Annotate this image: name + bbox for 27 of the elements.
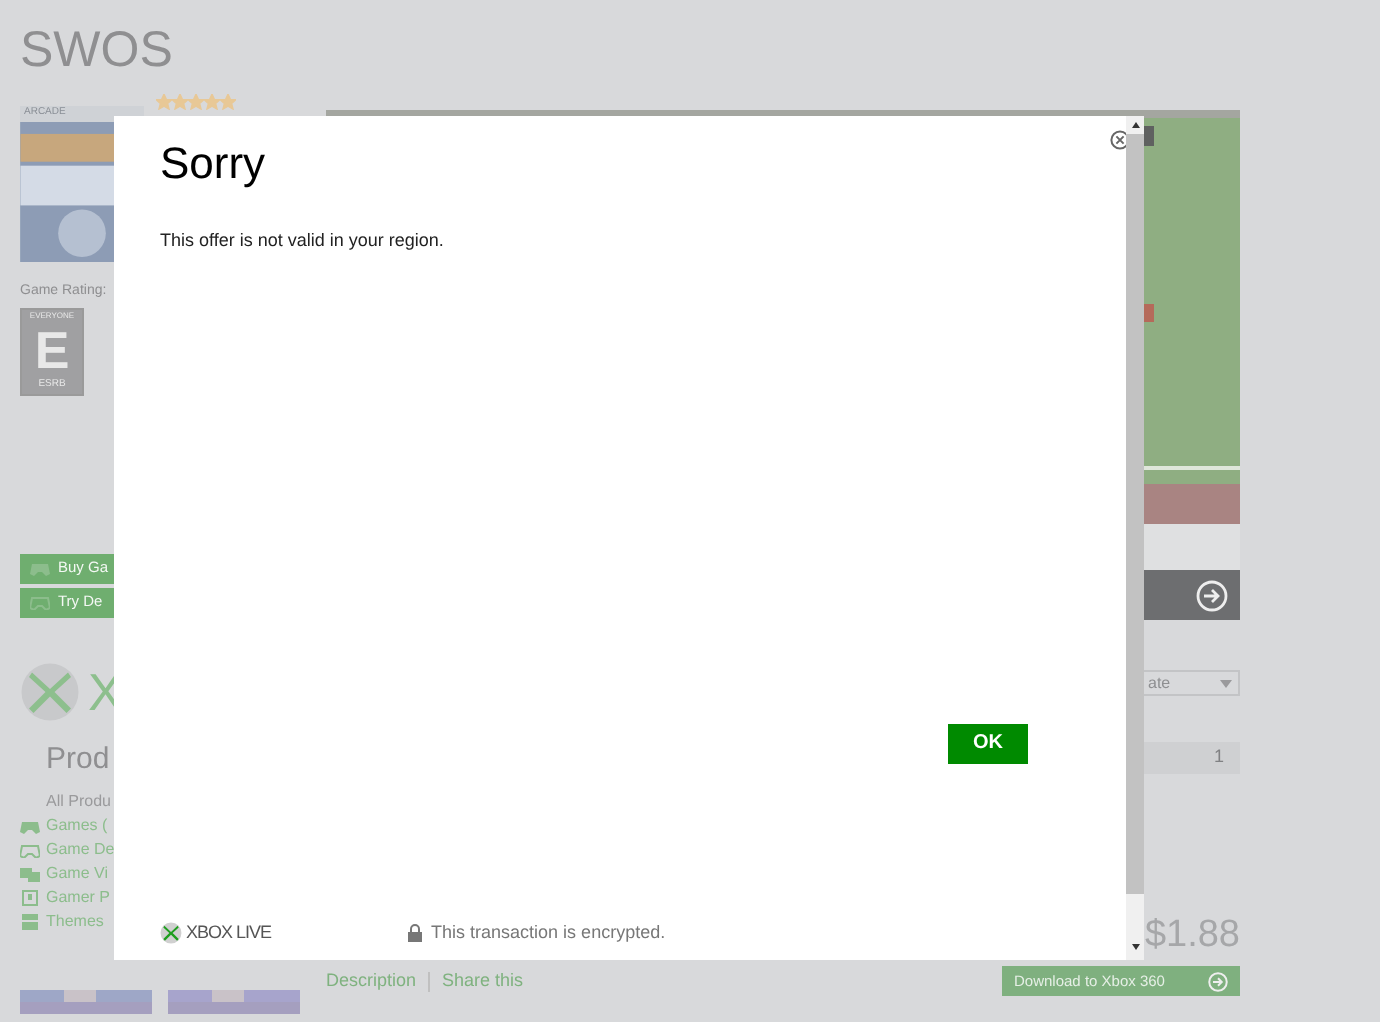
xbox-logo-icon <box>20 661 80 721</box>
secure-note: This transaction is encrypted. <box>431 919 666 946</box>
scroll-down-icon[interactable] <box>1131 944 1139 950</box>
xbox-logo-icon <box>160 921 182 944</box>
category-link[interactable]: Themes <box>46 910 104 934</box>
category-link[interactable]: Games ( <box>46 814 108 838</box>
scroll-up-icon[interactable] <box>1131 122 1139 128</box>
brand-name: XBOX LIVE <box>186 919 272 945</box>
caret-icon <box>1220 679 1232 687</box>
category-link[interactable]: All Produ <box>46 790 111 814</box>
film-icon <box>20 867 40 881</box>
dialog-message: This offer is not valid in your region. <box>160 228 446 254</box>
tab-link[interactable]: Description <box>326 967 417 995</box>
rating-letter: E <box>34 321 70 377</box>
arrow-circle-icon[interactable] <box>1196 579 1228 611</box>
category-link[interactable]: Game De <box>46 838 115 862</box>
ok-button[interactable]: OK <box>948 723 1028 763</box>
arrow-circle-icon <box>1208 971 1228 991</box>
lock-icon <box>407 923 422 942</box>
dialog-title: Sorry <box>160 136 268 192</box>
page-title: SWOS <box>20 20 175 82</box>
portrait-icon <box>22 890 38 906</box>
category-link[interactable]: Game Vi <box>46 862 108 886</box>
section-title: Prod <box>46 739 112 779</box>
theme-icon <box>22 914 38 930</box>
tab-link[interactable]: Share this <box>442 967 524 995</box>
category-link[interactable]: Gamer P <box>46 886 111 910</box>
